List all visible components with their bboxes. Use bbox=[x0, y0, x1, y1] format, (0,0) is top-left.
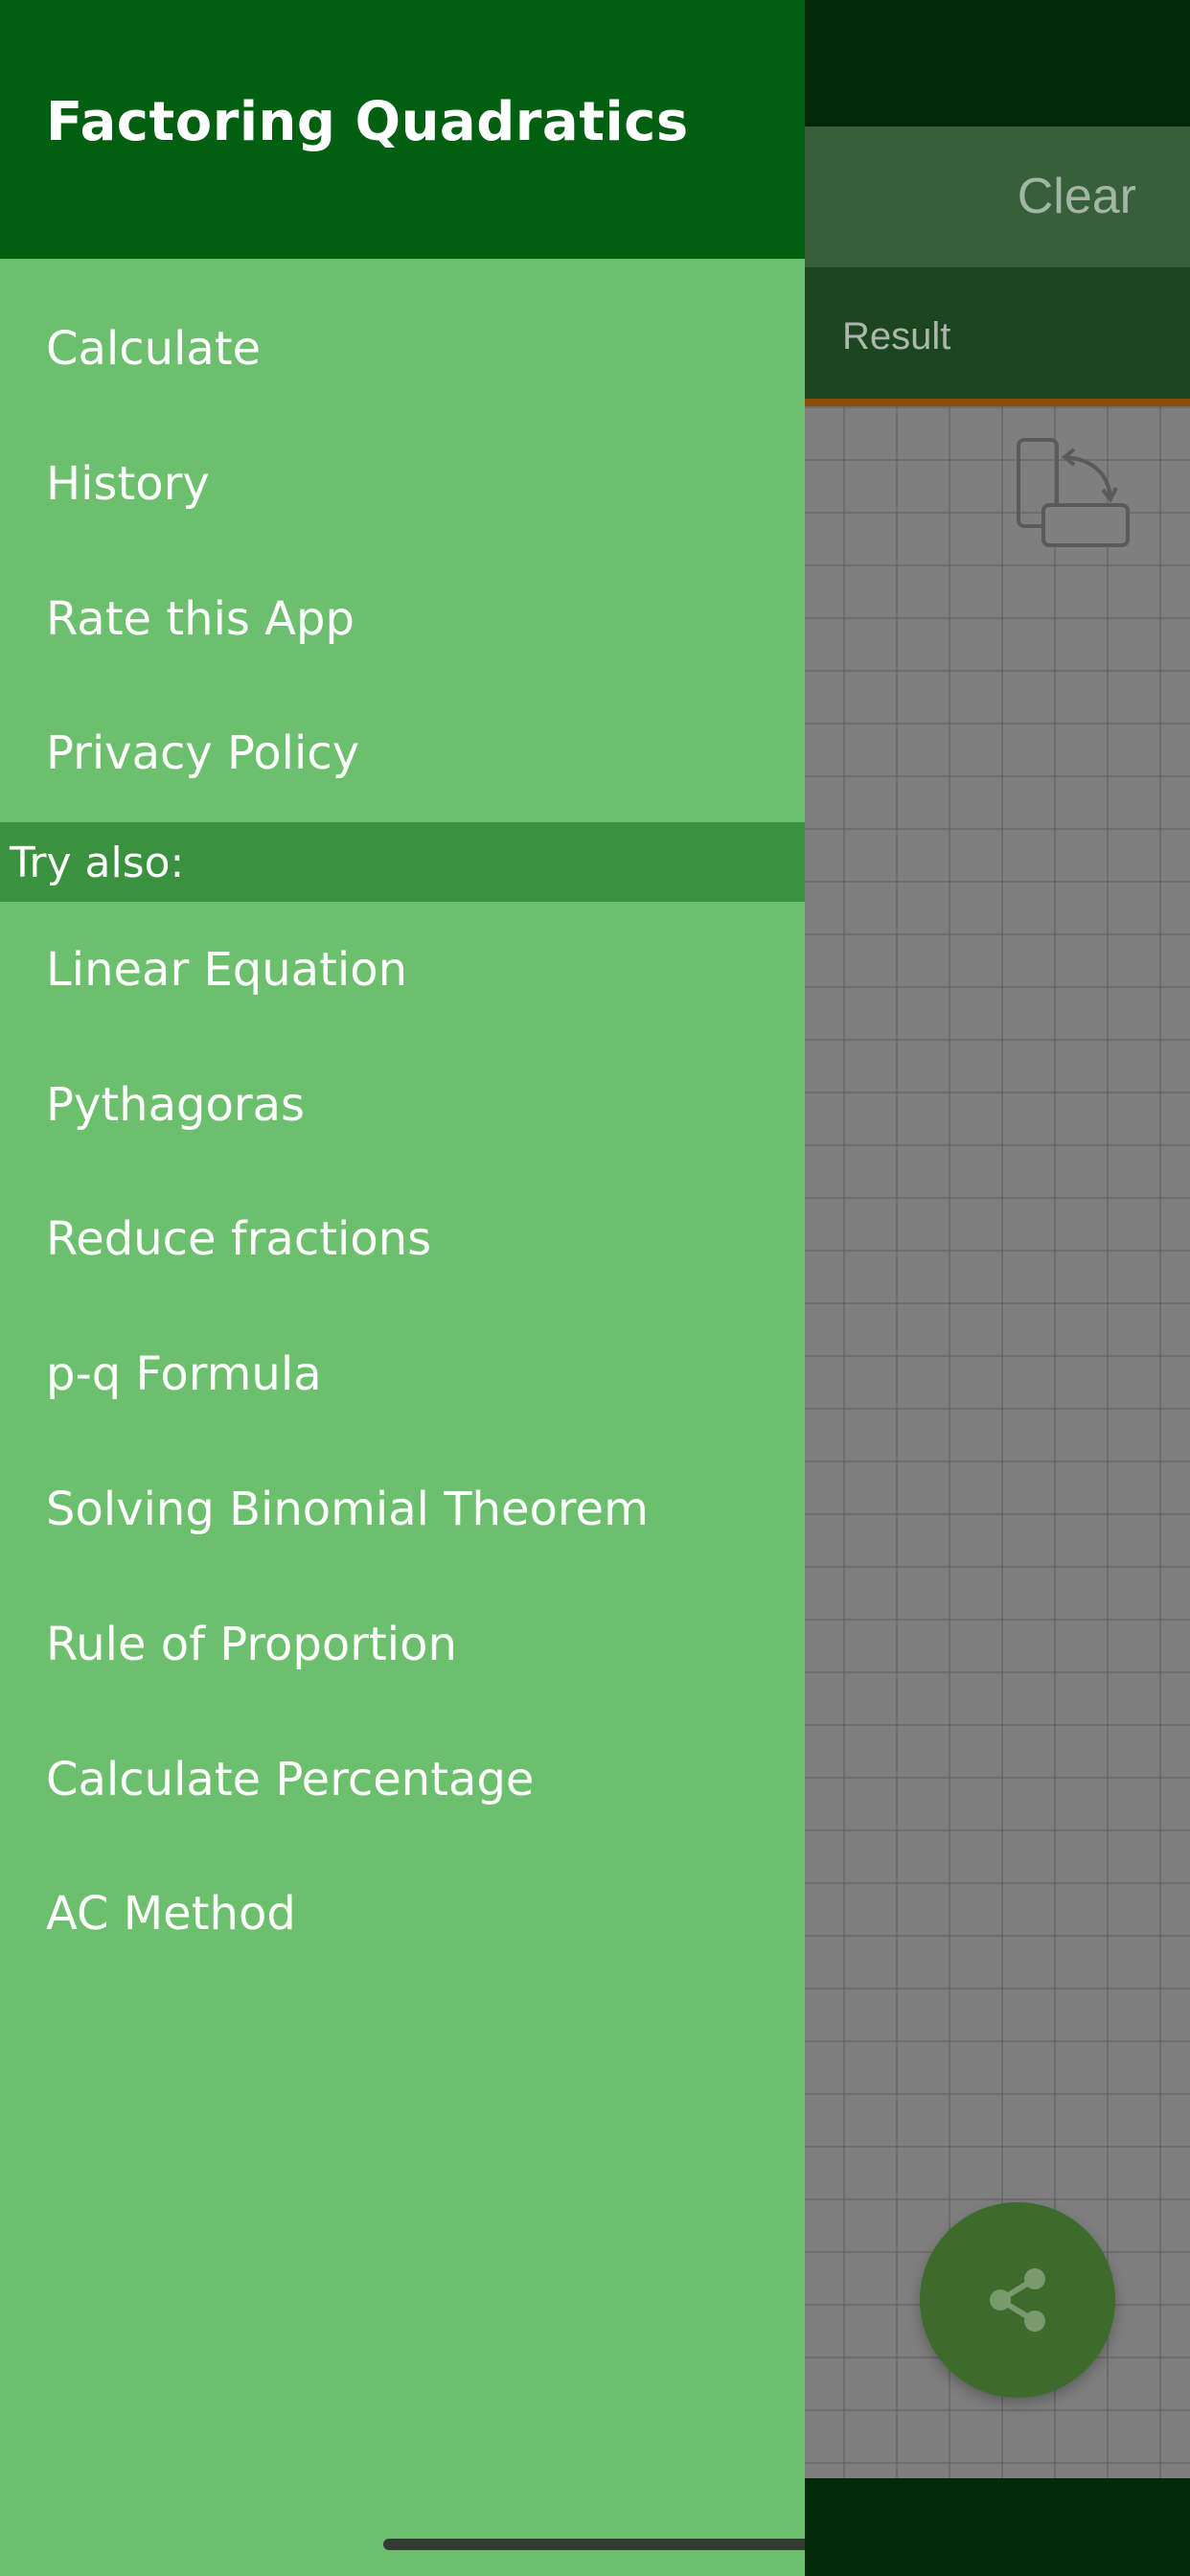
try-also-section-header: Try also: bbox=[0, 822, 805, 902]
menu-item-pq-formula[interactable]: p-q Formula bbox=[46, 1346, 322, 1403]
menu-item-rule-of-proportion[interactable]: Rule of Proportion bbox=[46, 1616, 457, 1673]
rotate-device-icon[interactable] bbox=[1011, 436, 1135, 551]
share-icon bbox=[990, 2268, 1045, 2332]
drawer-header: Factoring Quadratics bbox=[0, 0, 805, 259]
menu-item-pythagoras[interactable]: Pythagoras bbox=[46, 1076, 305, 1134]
clear-button[interactable]: Clear bbox=[1018, 126, 1136, 267]
menu-item-rate-app[interactable]: Rate this App bbox=[46, 590, 355, 648]
menu-item-binomial-theorem[interactable]: Solving Binomial Theorem bbox=[46, 1481, 649, 1538]
menu-item-calculate-percentage[interactable]: Calculate Percentage bbox=[46, 1751, 534, 1808]
menu-item-ac-method[interactable]: AC Method bbox=[46, 1885, 296, 1943]
tab-result[interactable]: Result bbox=[842, 267, 950, 399]
share-button[interactable] bbox=[920, 2202, 1115, 2398]
menu-item-calculate[interactable]: Calculate bbox=[46, 320, 261, 378]
menu-item-privacy-policy[interactable]: Privacy Policy bbox=[46, 724, 359, 782]
menu-item-linear-equation[interactable]: Linear Equation bbox=[46, 941, 407, 999]
try-also-label: Try also: bbox=[10, 839, 185, 887]
app-screen: Clear Result Factoring Quadratics Calcul… bbox=[0, 0, 1190, 2576]
home-indicator[interactable] bbox=[383, 2539, 805, 2550]
navigation-drawer: Factoring Quadratics Calculate History R… bbox=[0, 0, 805, 2576]
menu-item-history[interactable]: History bbox=[46, 455, 210, 513]
drawer-title: Factoring Quadratics bbox=[46, 91, 689, 153]
menu-item-reduce-fractions[interactable]: Reduce fractions bbox=[46, 1210, 431, 1268]
